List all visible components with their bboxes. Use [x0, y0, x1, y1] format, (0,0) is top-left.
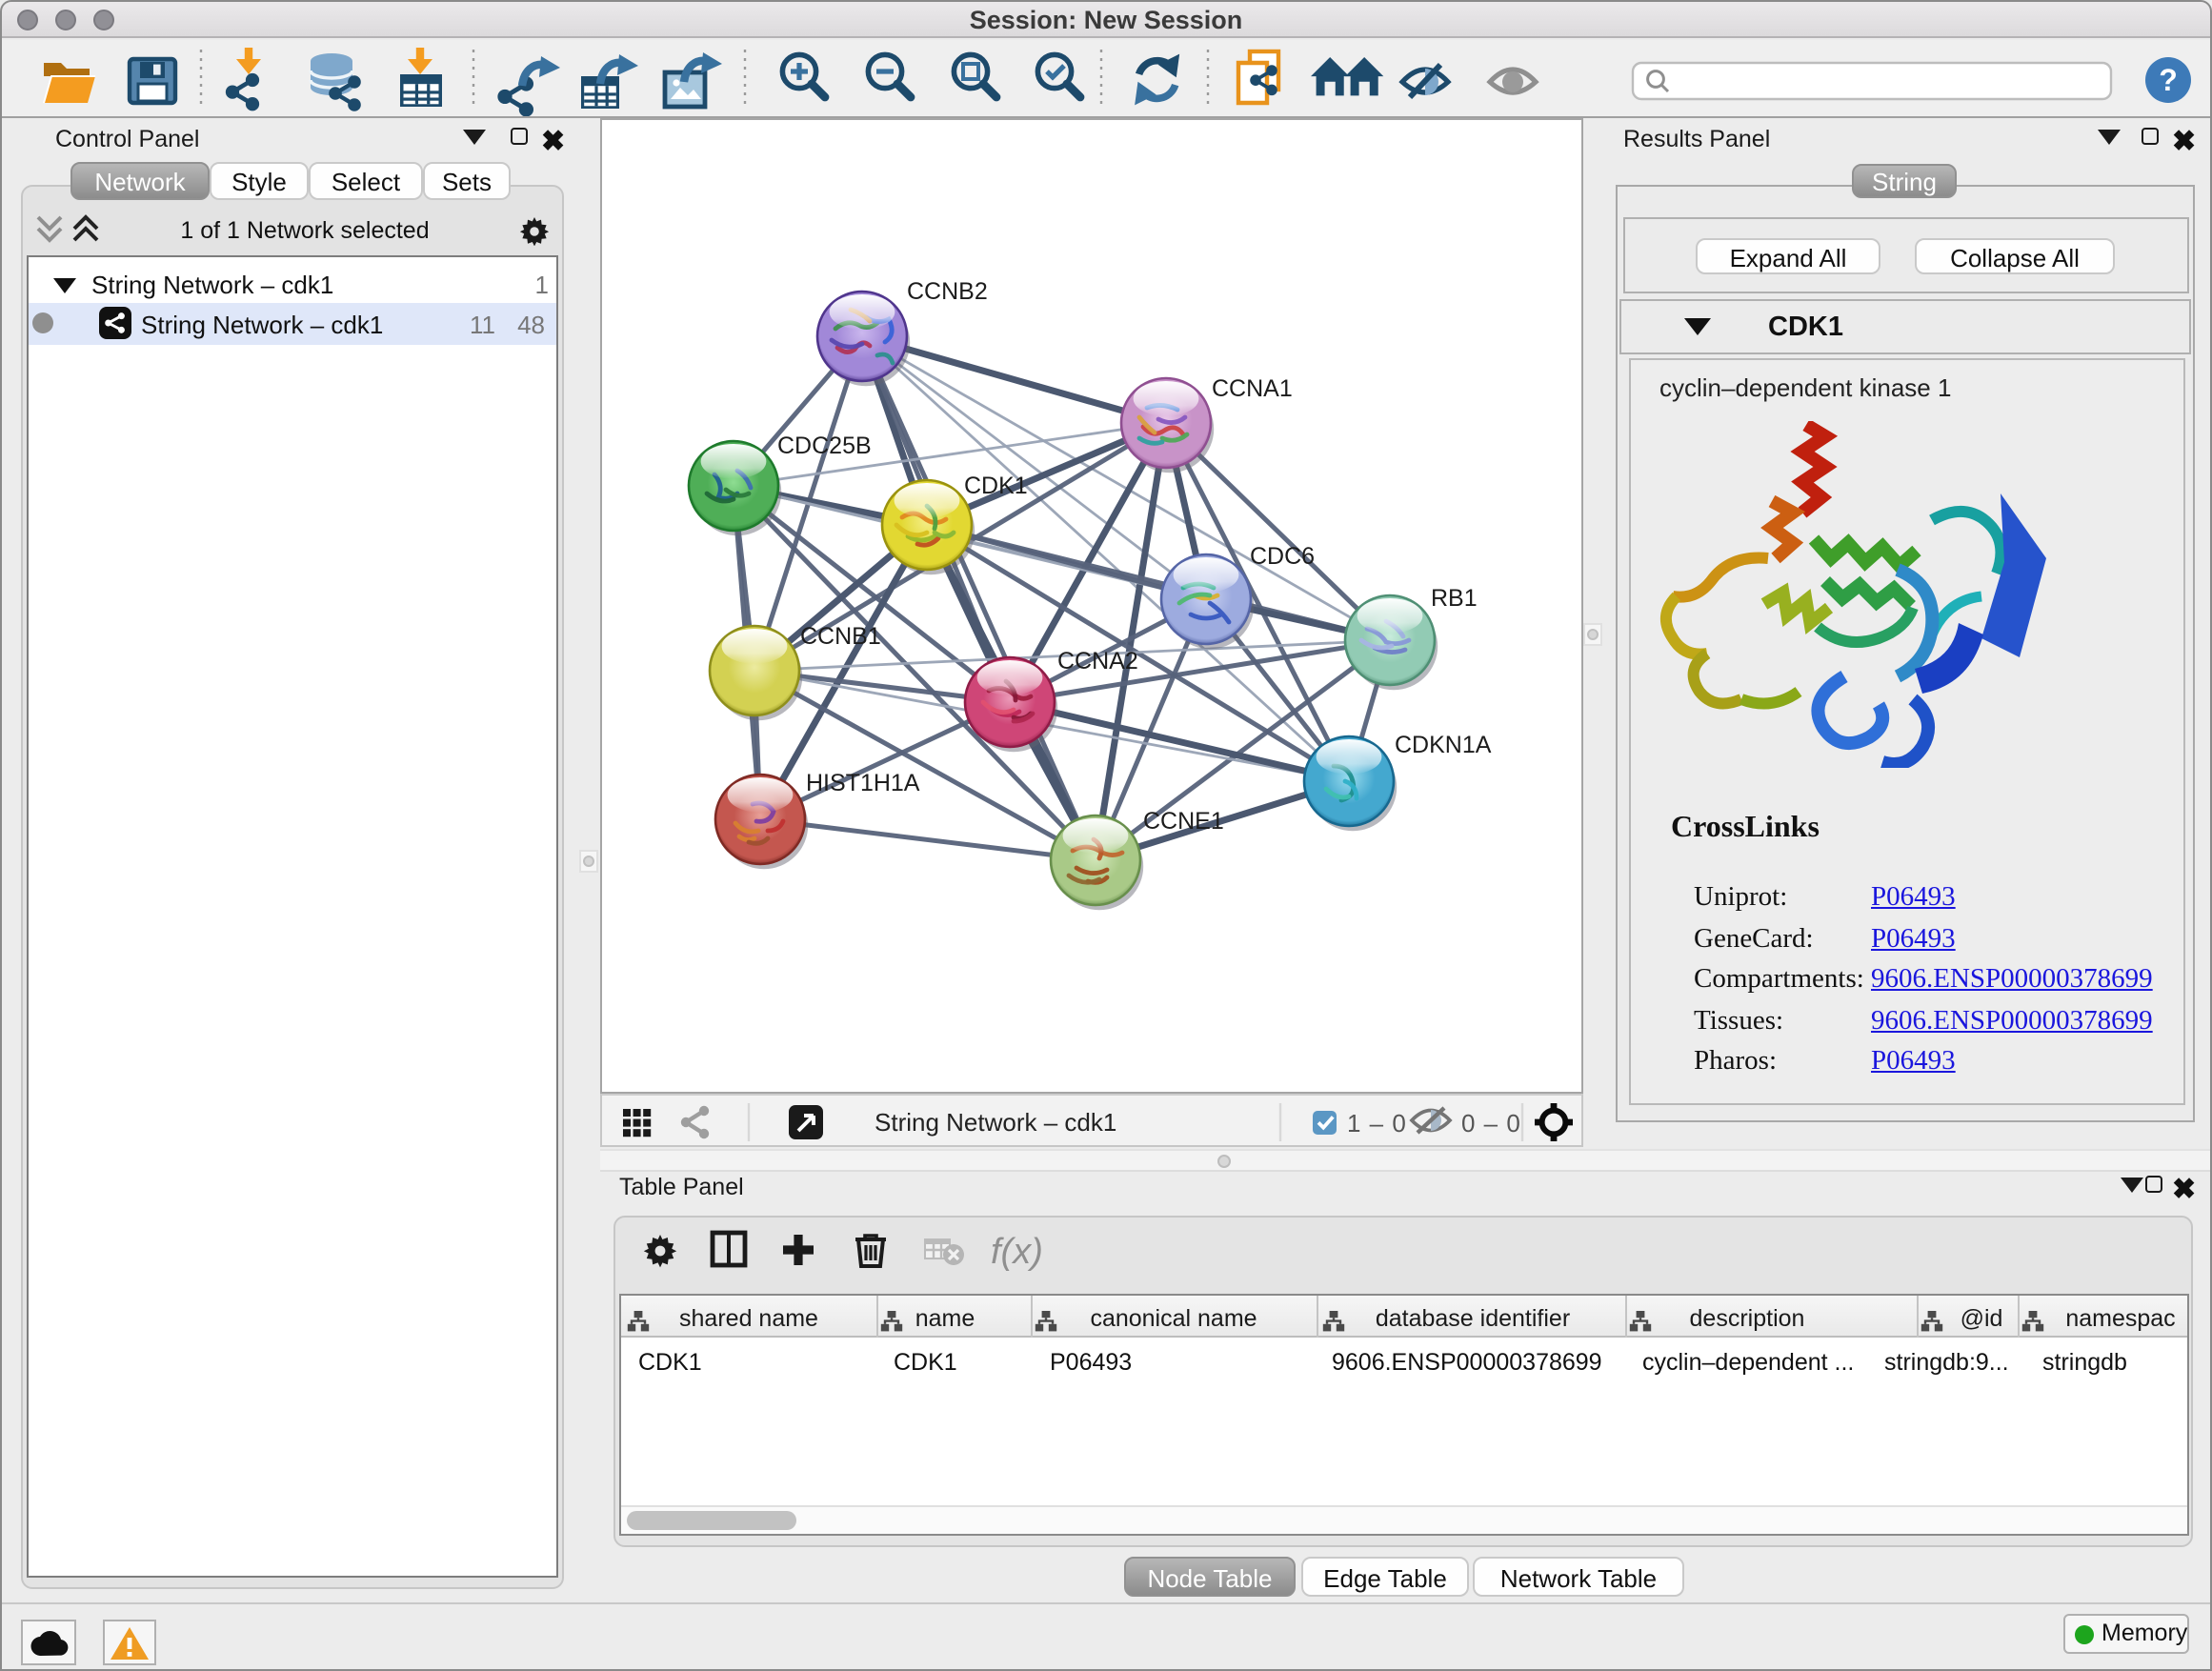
- svg-text:1 – 0: 1 – 0: [1347, 1109, 1407, 1137]
- svg-text:String Network – cdk1: String Network – cdk1: [875, 1108, 1116, 1137]
- svg-text:?: ?: [2159, 63, 2178, 97]
- svg-text:CCNA2: CCNA2: [1057, 648, 1138, 674]
- svg-text:0 – 0: 0 – 0: [1461, 1109, 1521, 1137]
- svg-text:CCNE1: CCNE1: [1143, 808, 1224, 835]
- svg-text:CDC25B: CDC25B: [777, 433, 872, 459]
- svg-text:RB1: RB1: [1431, 585, 1478, 612]
- svg-text:f(x): f(x): [991, 1232, 1043, 1272]
- svg-text:CDKN1A: CDKN1A: [1395, 732, 1492, 758]
- svg-text:CCNB1: CCNB1: [800, 623, 881, 650]
- svg-text:CCNA1: CCNA1: [1212, 375, 1293, 402]
- svg-text:HIST1H1A: HIST1H1A: [806, 770, 920, 796]
- svg-text:CDK1: CDK1: [964, 473, 1028, 499]
- svg-text:CCNB2: CCNB2: [907, 278, 988, 305]
- svg-text:CDC6: CDC6: [1250, 543, 1315, 570]
